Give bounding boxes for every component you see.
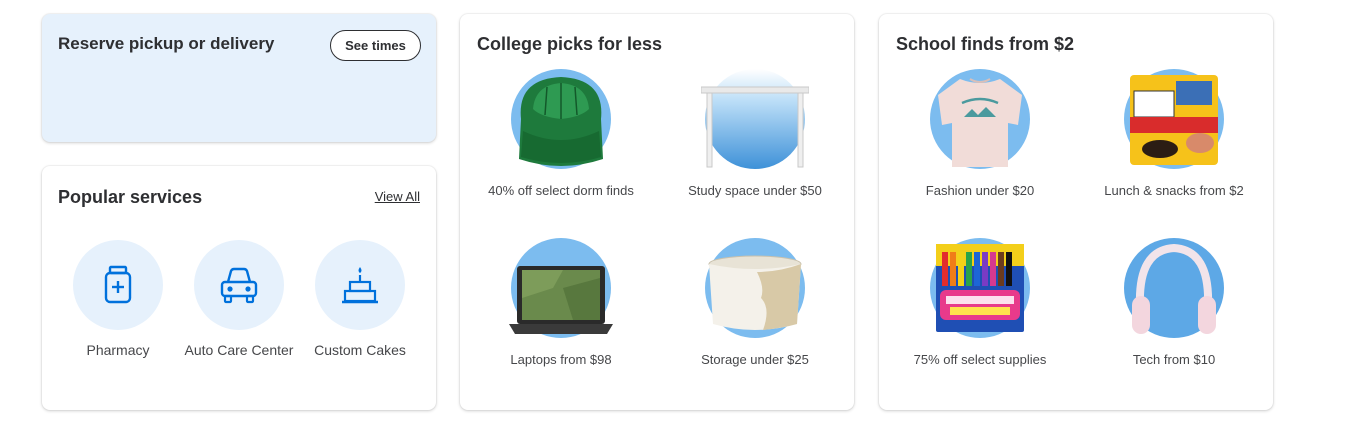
- service-auto-care-label: Auto Care Center: [184, 342, 294, 358]
- tile-tech-label: Tech from $10: [1132, 352, 1216, 367]
- sweatshirt-image[interactable]: [930, 69, 1030, 169]
- service-pharmacy[interactable]: Pharmacy: [63, 240, 173, 360]
- tile-supplies[interactable]: 75% off select supplies: [885, 238, 1075, 367]
- school-title: School finds from $2: [896, 34, 1075, 54]
- college-picks-card: College picks for less 40% off select do…: [460, 14, 854, 410]
- cake-icon: [342, 267, 378, 304]
- service-auto-care[interactable]: Auto Care Center: [184, 240, 294, 360]
- see-times-button[interactable]: See times: [330, 30, 421, 61]
- headphones-image[interactable]: [1124, 238, 1224, 338]
- tile-storage[interactable]: Storage under $25: [660, 238, 850, 367]
- tile-tech[interactable]: Tech from $10: [1079, 238, 1269, 367]
- services-title: Popular services: [58, 187, 203, 207]
- tile-dorm-finds-label: 40% off select dorm finds: [488, 183, 634, 198]
- service-cakes-circle[interactable]: [315, 240, 405, 330]
- tile-lunch-snacks-label: Lunch & snacks from $2: [1104, 183, 1244, 198]
- tile-laptops-label: Laptops from $98: [510, 352, 612, 367]
- laptop-image[interactable]: [509, 238, 613, 338]
- popular-services-card: Popular services View All Pharmacy Auto …: [42, 166, 436, 410]
- car-icon: [220, 267, 258, 304]
- pill-bottle-icon: [104, 265, 132, 304]
- reserve-title: Reserve pickup or delivery: [58, 34, 275, 53]
- school-finds-card: School finds from $2 Fashion under $20 L…: [879, 14, 1273, 410]
- service-auto-care-circle[interactable]: [194, 240, 284, 330]
- tile-lunch-snacks[interactable]: Lunch & snacks from $2: [1079, 69, 1269, 198]
- storage-basket-image[interactable]: [705, 238, 805, 338]
- service-pharmacy-label: Pharmacy: [86, 342, 150, 358]
- markers-image[interactable]: [930, 238, 1030, 338]
- college-title: College picks for less: [477, 34, 663, 54]
- tile-laptops[interactable]: Laptops from $98: [466, 238, 656, 367]
- lunchables-image[interactable]: [1124, 69, 1224, 169]
- tile-fashion-label: Fashion under $20: [925, 183, 1035, 198]
- tile-study-space[interactable]: Study space under $50: [660, 69, 850, 198]
- bean-bag-chair-image[interactable]: [511, 69, 611, 169]
- service-pharmacy-circle[interactable]: [73, 240, 163, 330]
- tile-supplies-label: 75% off select supplies: [913, 352, 1047, 367]
- view-all-link[interactable]: View All: [375, 189, 420, 204]
- reserve-pickup-card: Reserve pickup or delivery See times: [42, 14, 436, 142]
- tile-storage-label: Storage under $25: [701, 352, 809, 367]
- service-custom-cakes[interactable]: Custom Cakes: [305, 240, 415, 360]
- tile-dorm-finds[interactable]: 40% off select dorm finds: [466, 69, 656, 198]
- service-cakes-label: Custom Cakes: [314, 342, 406, 358]
- desk-image[interactable]: [701, 69, 809, 169]
- tile-fashion[interactable]: Fashion under $20: [885, 69, 1075, 198]
- tile-study-space-label: Study space under $50: [688, 183, 822, 198]
